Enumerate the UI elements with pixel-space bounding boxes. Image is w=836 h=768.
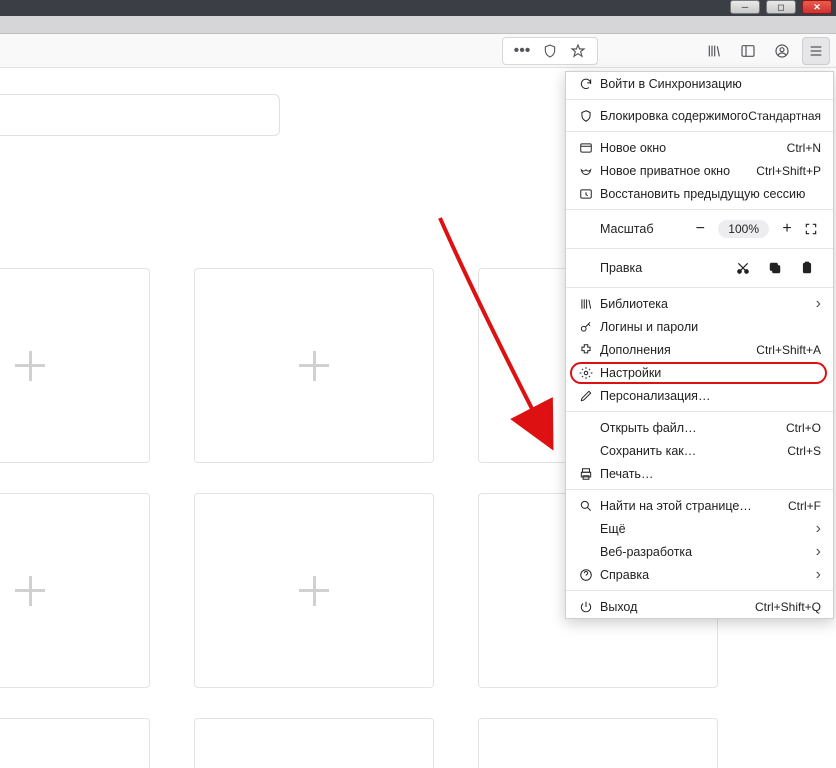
menu-label: Персонализация… <box>596 389 821 403</box>
menu-open-file[interactable]: Открыть файл… Ctrl+O <box>566 416 833 439</box>
hamburger-menu-button[interactable] <box>802 37 830 65</box>
chevron-right-icon <box>816 566 821 584</box>
menu-shortcut: Ctrl+Shift+P <box>756 164 821 178</box>
menu-label: Настройки <box>596 366 821 380</box>
menu-shortcut: Ctrl+S <box>787 444 821 458</box>
new-tab-page: Войти в Синхронизацию Блокировка содержи… <box>0 68 836 768</box>
menu-label: Печать… <box>596 467 821 481</box>
menu-addons[interactable]: Дополнения Ctrl+Shift+A <box>566 338 833 361</box>
menu-label: Блокировка содержимого <box>596 109 748 123</box>
menu-save-as[interactable]: Сохранить как… Ctrl+S <box>566 439 833 462</box>
menu-label: Библиотека <box>596 297 816 311</box>
menu-web-developer[interactable]: Веб-разработка <box>566 540 833 563</box>
address-bar-actions: ••• <box>502 37 598 65</box>
paste-icon[interactable] <box>791 261 823 275</box>
fullscreen-button[interactable] <box>799 218 823 240</box>
help-icon <box>576 568 596 582</box>
brush-icon <box>576 389 596 403</box>
menu-print[interactable]: Печать… <box>566 462 833 485</box>
menu-shortcut: Ctrl+Shift+A <box>756 343 821 357</box>
menu-more[interactable]: Ещё <box>566 517 833 540</box>
zoom-in-button[interactable]: + <box>775 218 799 240</box>
search-box[interactable] <box>0 94 280 136</box>
bookmark-star-icon[interactable] <box>569 42 587 60</box>
menu-label: Открыть файл… <box>596 421 786 435</box>
search-icon <box>576 499 596 513</box>
window-titlebar: ─ ◻ ✕ <box>0 0 836 16</box>
menu-settings[interactable]: Настройки <box>566 361 833 384</box>
window-maximize-button[interactable]: ◻ <box>766 0 796 14</box>
menu-edit-row: Правка <box>566 253 833 283</box>
menu-label: Веб-разработка <box>596 545 816 559</box>
top-site-tile[interactable] <box>0 718 150 768</box>
menu-find[interactable]: Найти на этой странице… Ctrl+F <box>566 494 833 517</box>
menu-sync[interactable]: Войти в Синхронизацию <box>566 72 833 95</box>
menu-label: Найти на этой странице… <box>596 499 788 513</box>
browser-toolbar: ••• <box>0 34 836 68</box>
zoom-out-button[interactable]: − <box>688 218 712 240</box>
top-site-tile[interactable] <box>478 718 718 768</box>
mask-icon <box>576 164 596 178</box>
chevron-right-icon <box>816 295 821 313</box>
top-site-tile[interactable] <box>0 493 150 688</box>
more-actions-icon[interactable]: ••• <box>513 42 531 60</box>
chevron-right-icon <box>816 543 821 561</box>
cut-icon[interactable] <box>727 261 759 275</box>
tab-strip <box>0 16 836 34</box>
menu-label: Ещё <box>596 522 816 536</box>
shield-icon[interactable] <box>541 42 559 60</box>
menu-label: Выход <box>596 600 755 614</box>
app-menu: Войти в Синхронизацию Блокировка содержи… <box>565 71 834 619</box>
menu-label: Масштаб <box>576 222 688 236</box>
menu-new-window[interactable]: Новое окно Ctrl+N <box>566 136 833 159</box>
restore-icon <box>576 187 596 201</box>
menu-label: Логины и пароли <box>596 320 821 334</box>
menu-restore-session[interactable]: Восстановить предыдущую сессию <box>566 182 833 205</box>
zoom-value: 100% <box>718 220 769 238</box>
sidebar-icon[interactable] <box>734 37 762 65</box>
menu-label: Правка <box>576 261 727 275</box>
menu-content-blocking[interactable]: Блокировка содержимого Стандартная <box>566 104 833 127</box>
menu-label: Справка <box>596 568 816 582</box>
menu-label: Новое приватное окно <box>596 164 756 178</box>
sync-icon <box>576 77 596 91</box>
shield-icon <box>576 109 596 123</box>
key-icon <box>576 320 596 334</box>
top-site-tile[interactable] <box>194 493 434 688</box>
account-icon[interactable] <box>768 37 796 65</box>
window-close-button[interactable]: ✕ <box>802 0 832 14</box>
print-icon <box>576 467 596 481</box>
menu-label: Сохранить как… <box>596 444 787 458</box>
menu-value: Стандартная <box>748 109 821 123</box>
gear-icon <box>576 366 596 380</box>
menu-shortcut: Ctrl+Shift+Q <box>755 600 821 614</box>
menu-customize[interactable]: Персонализация… <box>566 384 833 407</box>
top-site-tile[interactable] <box>194 268 434 463</box>
menu-shortcut: Ctrl+N <box>787 141 821 155</box>
library-icon[interactable] <box>700 37 728 65</box>
chevron-right-icon <box>816 520 821 538</box>
menu-quit[interactable]: Выход Ctrl+Shift+Q <box>566 595 833 618</box>
menu-label: Войти в Синхронизацию <box>596 77 821 91</box>
menu-label: Новое окно <box>596 141 787 155</box>
menu-logins[interactable]: Логины и пароли <box>566 315 833 338</box>
menu-help[interactable]: Справка <box>566 563 833 586</box>
menu-library[interactable]: Библиотека <box>566 292 833 315</box>
menu-shortcut: Ctrl+F <box>788 499 821 513</box>
power-icon <box>576 600 596 614</box>
puzzle-icon <box>576 343 596 357</box>
menu-zoom-row: Масштаб − 100% + <box>566 214 833 244</box>
copy-icon[interactable] <box>759 261 791 275</box>
window-minimize-button[interactable]: ─ <box>730 0 760 14</box>
top-site-tile[interactable] <box>194 718 434 768</box>
top-site-tile[interactable] <box>0 268 150 463</box>
menu-new-private-window[interactable]: Новое приватное окно Ctrl+Shift+P <box>566 159 833 182</box>
menu-shortcut: Ctrl+O <box>786 421 821 435</box>
menu-label: Дополнения <box>596 343 756 357</box>
window-icon <box>576 141 596 155</box>
menu-label: Восстановить предыдущую сессию <box>596 187 821 201</box>
library-icon <box>576 297 596 311</box>
